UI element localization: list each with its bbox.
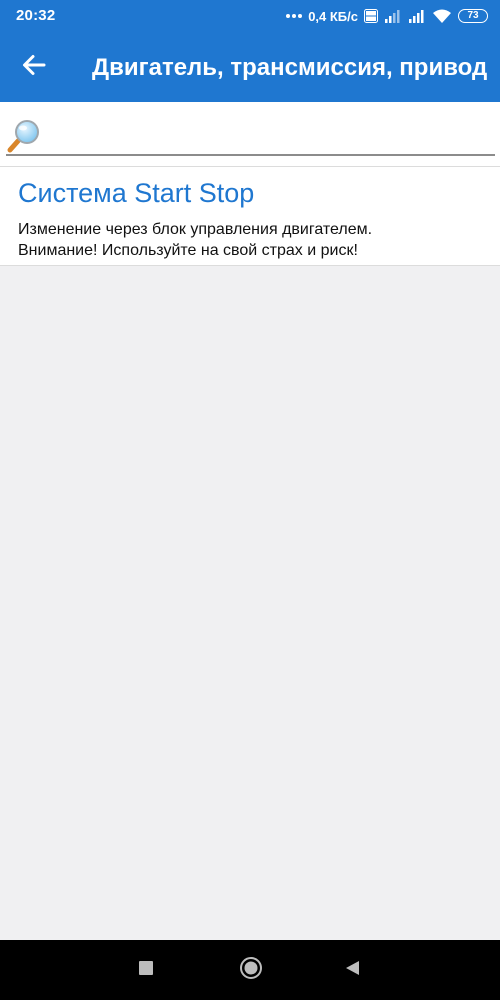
status-time: 20:32 <box>16 7 56 24</box>
list-item-description-line: Внимание! Используйте на свой страх и ри… <box>18 242 358 259</box>
page-title: Двигатель, трансмиссия, привод <box>92 54 488 81</box>
search-bar <box>0 102 500 166</box>
home-button[interactable] <box>236 955 266 985</box>
system-back-button[interactable] <box>337 955 367 985</box>
status-bar: 20:32 0,4 КБ/с 73 <box>0 0 500 32</box>
wifi-icon <box>432 8 452 24</box>
signal-icon <box>384 9 402 23</box>
list-item-description-line: Изменение через блок управления двигател… <box>18 221 373 238</box>
signal-icon <box>408 9 426 23</box>
home-circle-icon <box>239 956 263 985</box>
status-icons: 0,4 КБ/с 73 <box>286 5 488 27</box>
battery-icon: 73 <box>458 9 488 23</box>
navigation-bar <box>0 940 500 1000</box>
more-dots-icon <box>286 14 303 18</box>
list-item[interactable]: Система Start Stop Изменение через блок … <box>0 167 500 265</box>
search-input[interactable] <box>46 116 486 152</box>
magnifier-icon <box>6 118 42 154</box>
list-item-title: Система Start Stop <box>18 178 255 208</box>
back-triangle-icon <box>344 960 360 981</box>
back-button[interactable] <box>14 49 54 85</box>
network-speed: 0,4 КБ/с <box>308 8 358 24</box>
recents-square-icon <box>139 960 153 980</box>
recents-button[interactable] <box>131 955 161 985</box>
divider <box>0 265 500 266</box>
search-underline <box>6 154 495 156</box>
app-bar: Двигатель, трансмиссия, привод <box>0 32 500 102</box>
arrow-left-icon <box>22 54 46 81</box>
list-item-description: Изменение через блок управления двигател… <box>18 219 488 261</box>
volte-icon <box>364 9 378 23</box>
